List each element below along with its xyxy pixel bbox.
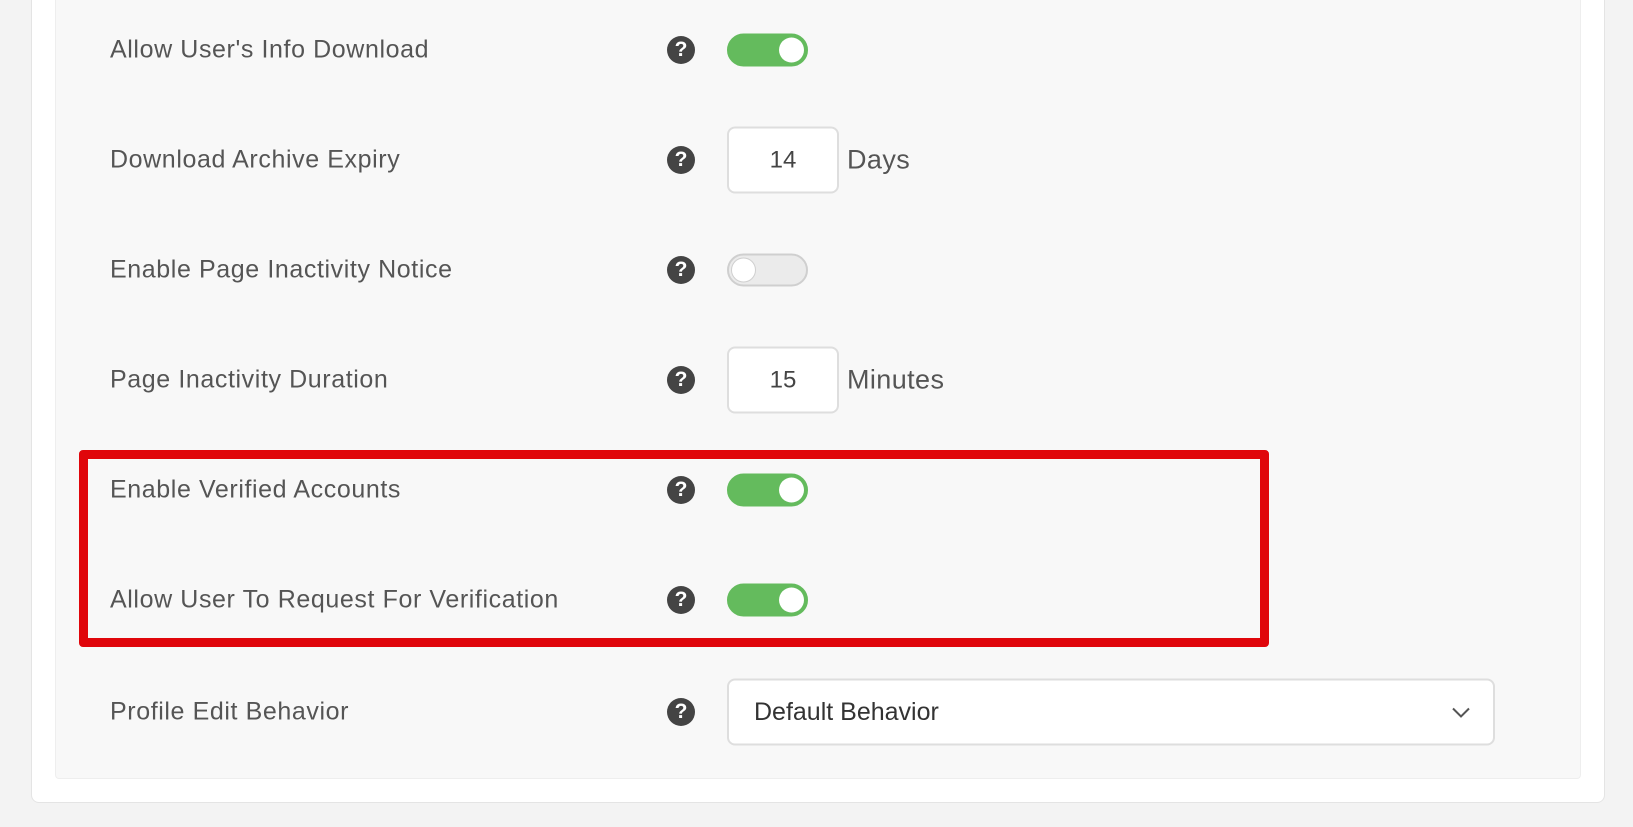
inactivity-notice-label: Enable Page Inactivity Notice bbox=[110, 255, 453, 284]
profile-edit-behavior-select[interactable]: Default Behavior bbox=[727, 678, 1495, 746]
question-circle-icon[interactable]: ? bbox=[667, 476, 695, 504]
question-circle-icon[interactable]: ? bbox=[667, 586, 695, 614]
question-circle-icon[interactable]: ? bbox=[667, 146, 695, 174]
question-circle-icon[interactable]: ? bbox=[667, 256, 695, 284]
profile-edit-behavior-label: Profile Edit Behavior bbox=[110, 697, 350, 726]
select-value: Default Behavior bbox=[754, 697, 939, 726]
inactivity-duration-input[interactable]: 15 bbox=[727, 346, 839, 414]
verified-accounts-label: Enable Verified Accounts bbox=[110, 475, 401, 504]
setting-row-inactivity-duration: Page Inactivity Duration ? 15 Minutes bbox=[0, 344, 1633, 416]
setting-row-request-verification: Allow User To Request For Verification ? bbox=[0, 564, 1633, 636]
setting-row-profile-edit-behavior: Profile Edit Behavior ? Default Behavior bbox=[0, 676, 1633, 748]
archive-expiry-input[interactable]: 14 bbox=[727, 126, 839, 194]
allow-info-download-toggle[interactable] bbox=[727, 33, 808, 67]
allow-info-download-label: Allow User's Info Download bbox=[110, 35, 430, 64]
toggle-knob bbox=[731, 257, 756, 283]
request-verification-label: Allow User To Request For Verification bbox=[110, 585, 559, 614]
inactivity-notice-toggle[interactable] bbox=[727, 253, 808, 287]
toggle-knob bbox=[779, 37, 804, 63]
archive-expiry-label: Download Archive Expiry bbox=[110, 145, 401, 174]
setting-row-inactivity-notice: Enable Page Inactivity Notice ? bbox=[0, 234, 1633, 306]
setting-row-allow-info-download: Allow User's Info Download ? bbox=[0, 14, 1633, 86]
setting-row-archive-expiry: Download Archive Expiry ? 14 Days bbox=[0, 124, 1633, 196]
question-circle-icon[interactable]: ? bbox=[667, 698, 695, 726]
setting-row-verified-accounts: Enable Verified Accounts ? bbox=[0, 454, 1633, 526]
question-circle-icon[interactable]: ? bbox=[667, 36, 695, 64]
toggle-knob bbox=[779, 477, 804, 503]
inactivity-duration-label: Page Inactivity Duration bbox=[110, 365, 389, 394]
archive-expiry-unit: Days bbox=[847, 144, 911, 175]
chevron-down-icon bbox=[1452, 707, 1470, 718]
question-circle-icon[interactable]: ? bbox=[667, 366, 695, 394]
inactivity-duration-unit: Minutes bbox=[847, 364, 945, 395]
verified-accounts-toggle[interactable] bbox=[727, 473, 808, 507]
request-verification-toggle[interactable] bbox=[727, 583, 808, 617]
toggle-knob bbox=[779, 587, 804, 613]
